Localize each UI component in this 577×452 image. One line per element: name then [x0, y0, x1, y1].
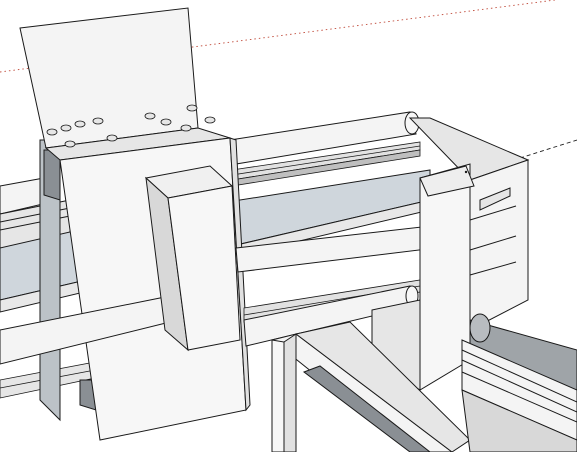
marker-dot: [464, 170, 468, 174]
sketchup-model-viewport[interactable]: [0, 0, 577, 452]
